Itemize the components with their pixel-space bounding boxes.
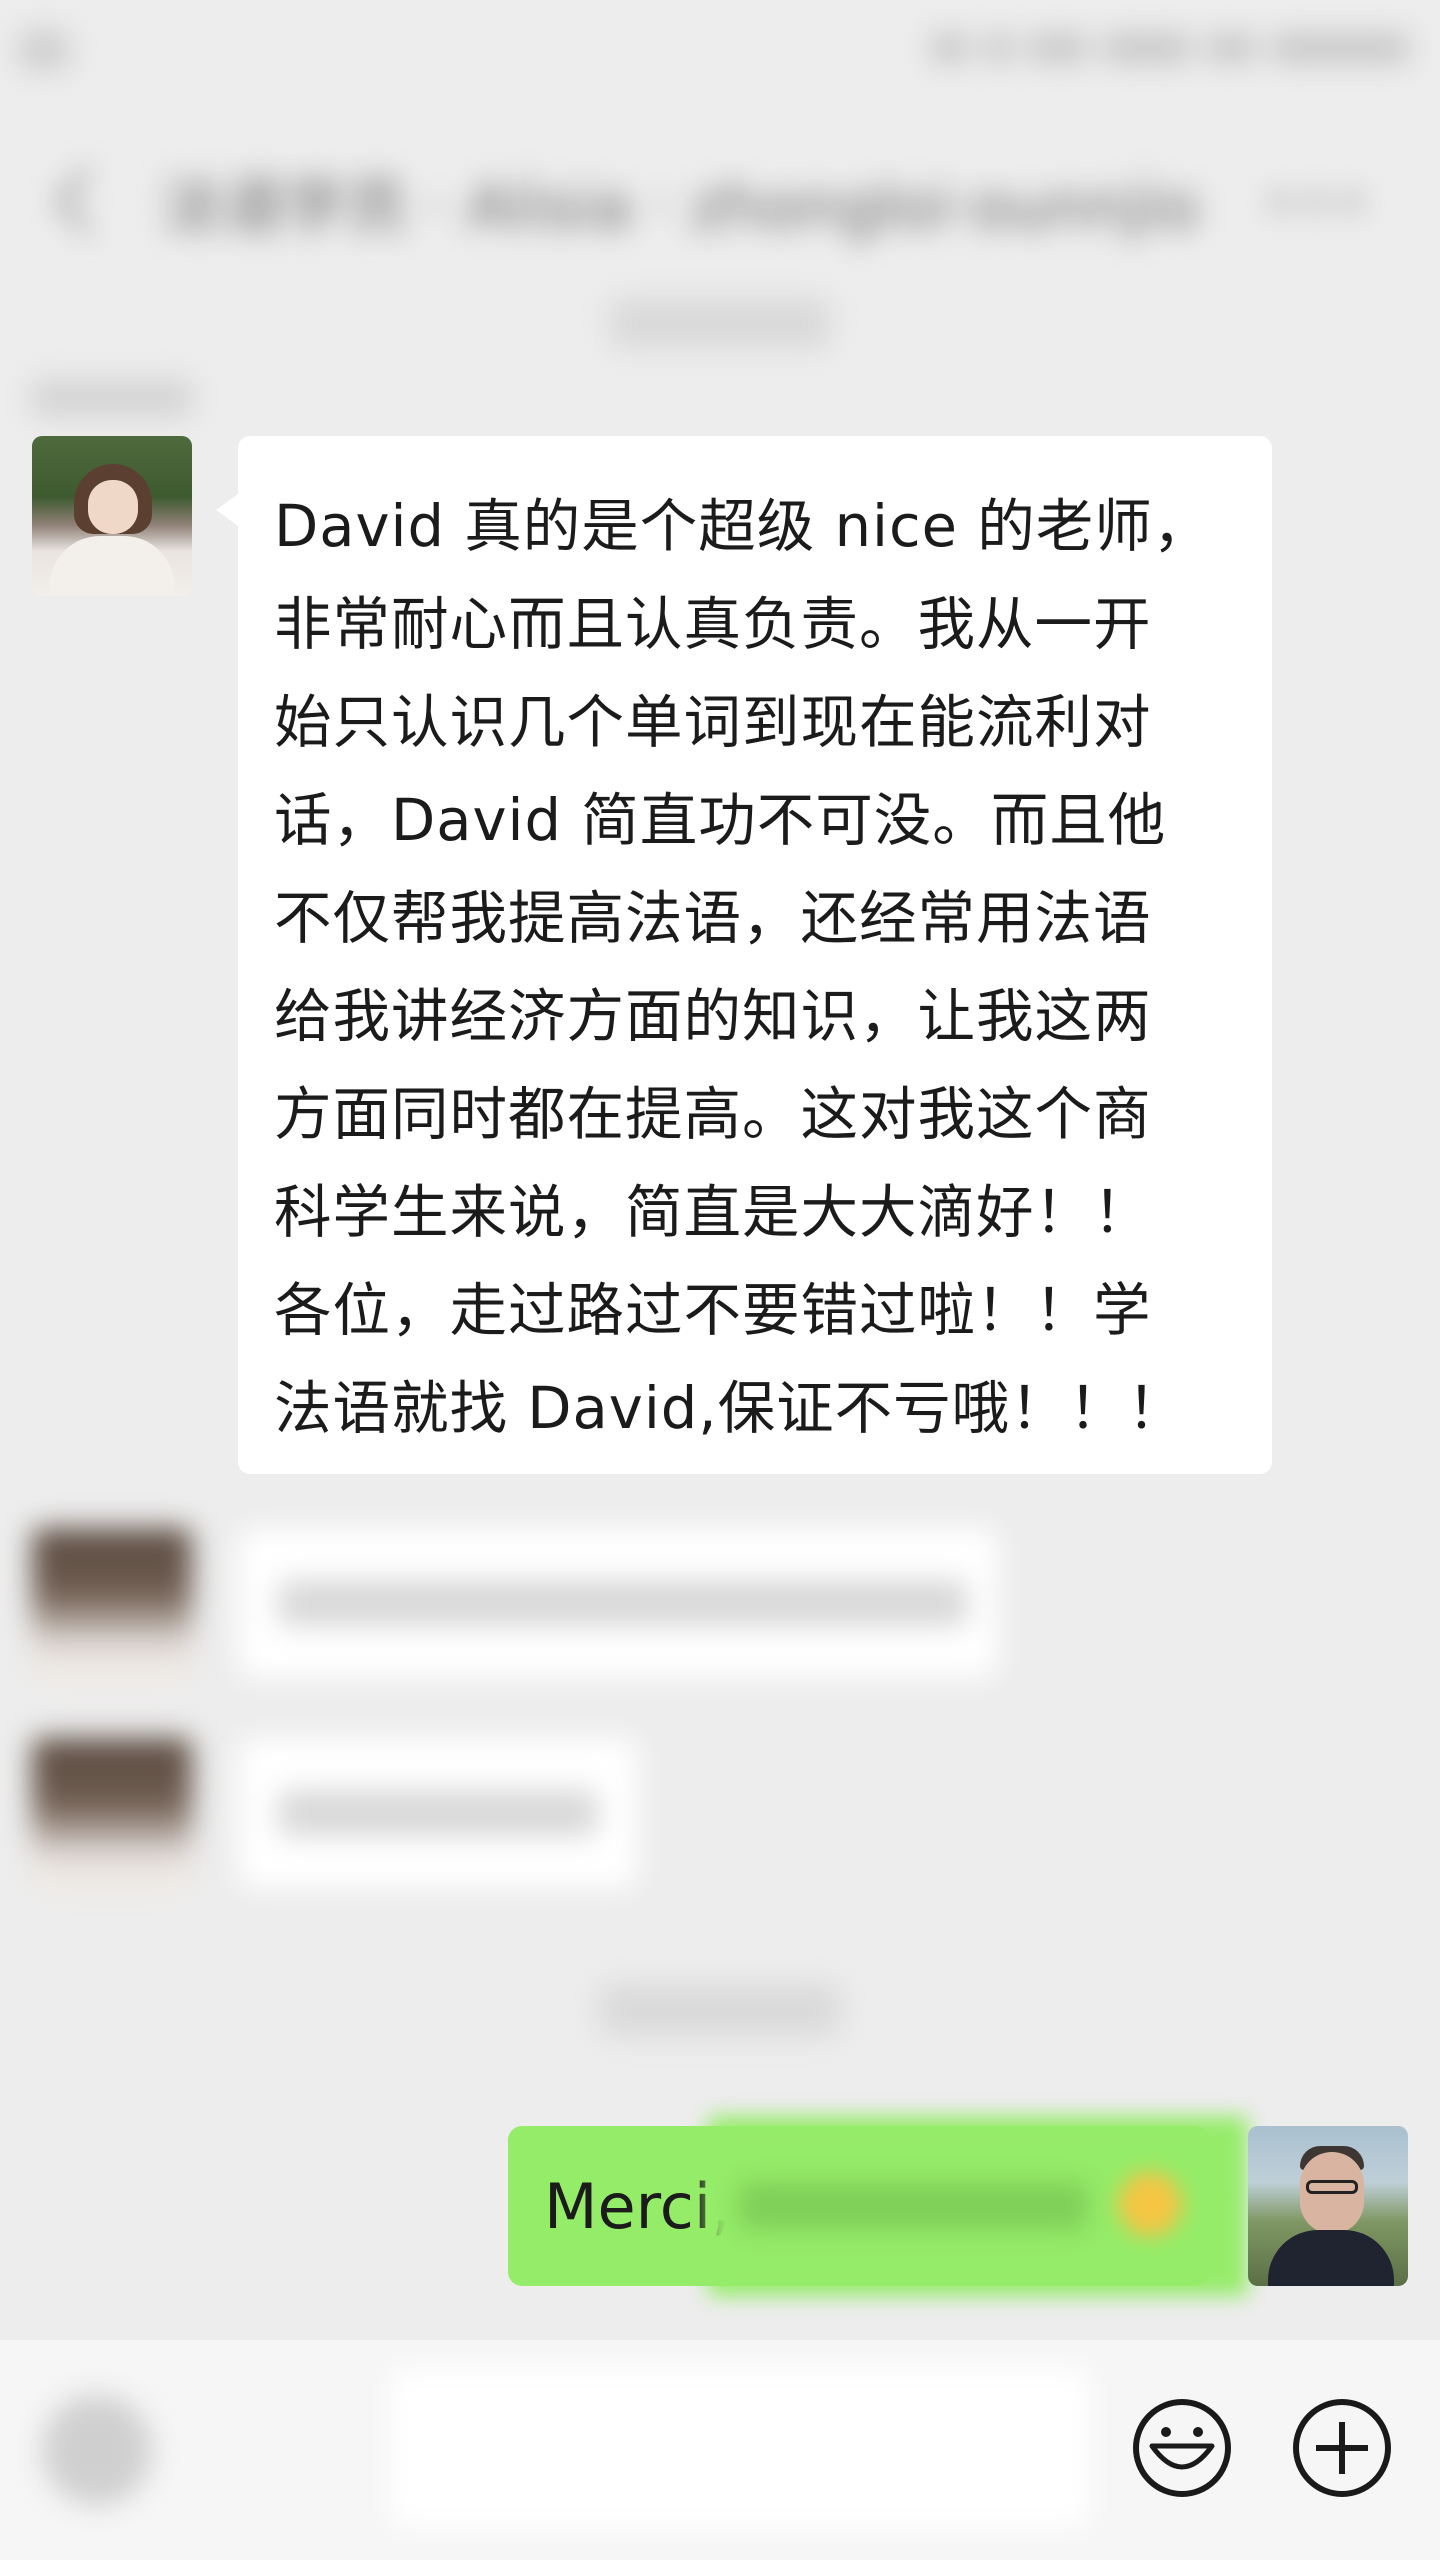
avatar[interactable] <box>32 436 192 596</box>
chevron-left-icon[interactable] <box>54 166 94 236</box>
chat-header: 法语学员 · Alisia · zhongloi·ounnjio <box>0 110 1440 280</box>
timestamp <box>600 1985 840 2035</box>
my-avatar[interactable] <box>1248 2126 1408 2286</box>
plus-circle-icon[interactable] <box>1290 2396 1394 2500</box>
blurred-text <box>738 2182 1088 2230</box>
status-bar <box>0 0 1440 100</box>
status-icons <box>890 26 1410 70</box>
avatar[interactable] <box>32 1738 192 1898</box>
emoji-icon <box>1118 2172 1182 2236</box>
more-dots-icon[interactable] <box>1270 192 1370 216</box>
message-bubble[interactable]: David 真的是个超级 nice 的老师， 非常耐心而且认真负责。我从一开 始… <box>216 436 1272 1474</box>
my-message-text: Merci, <box>544 2170 731 2243</box>
message-bubble[interactable] <box>238 1738 638 1888</box>
voice-icon[interactable] <box>42 2395 152 2505</box>
sender-name <box>32 380 192 416</box>
my-message-bubble[interactable]: Merci, <box>508 2116 1248 2296</box>
message-bubble[interactable] <box>238 1528 998 1678</box>
avatar[interactable] <box>32 1528 192 1688</box>
chat-title: 法语学员 · Alisia · zhongloi·ounnjio <box>160 170 1200 243</box>
timestamp <box>610 298 830 348</box>
smiley-icon[interactable] <box>1130 2396 1234 2500</box>
message-text: David 真的是个超级 nice 的老师， 非常耐心而且认真负责。我从一开 始… <box>274 493 1212 1442</box>
notification-icon <box>18 30 70 70</box>
message-input[interactable] <box>390 2368 1090 2528</box>
